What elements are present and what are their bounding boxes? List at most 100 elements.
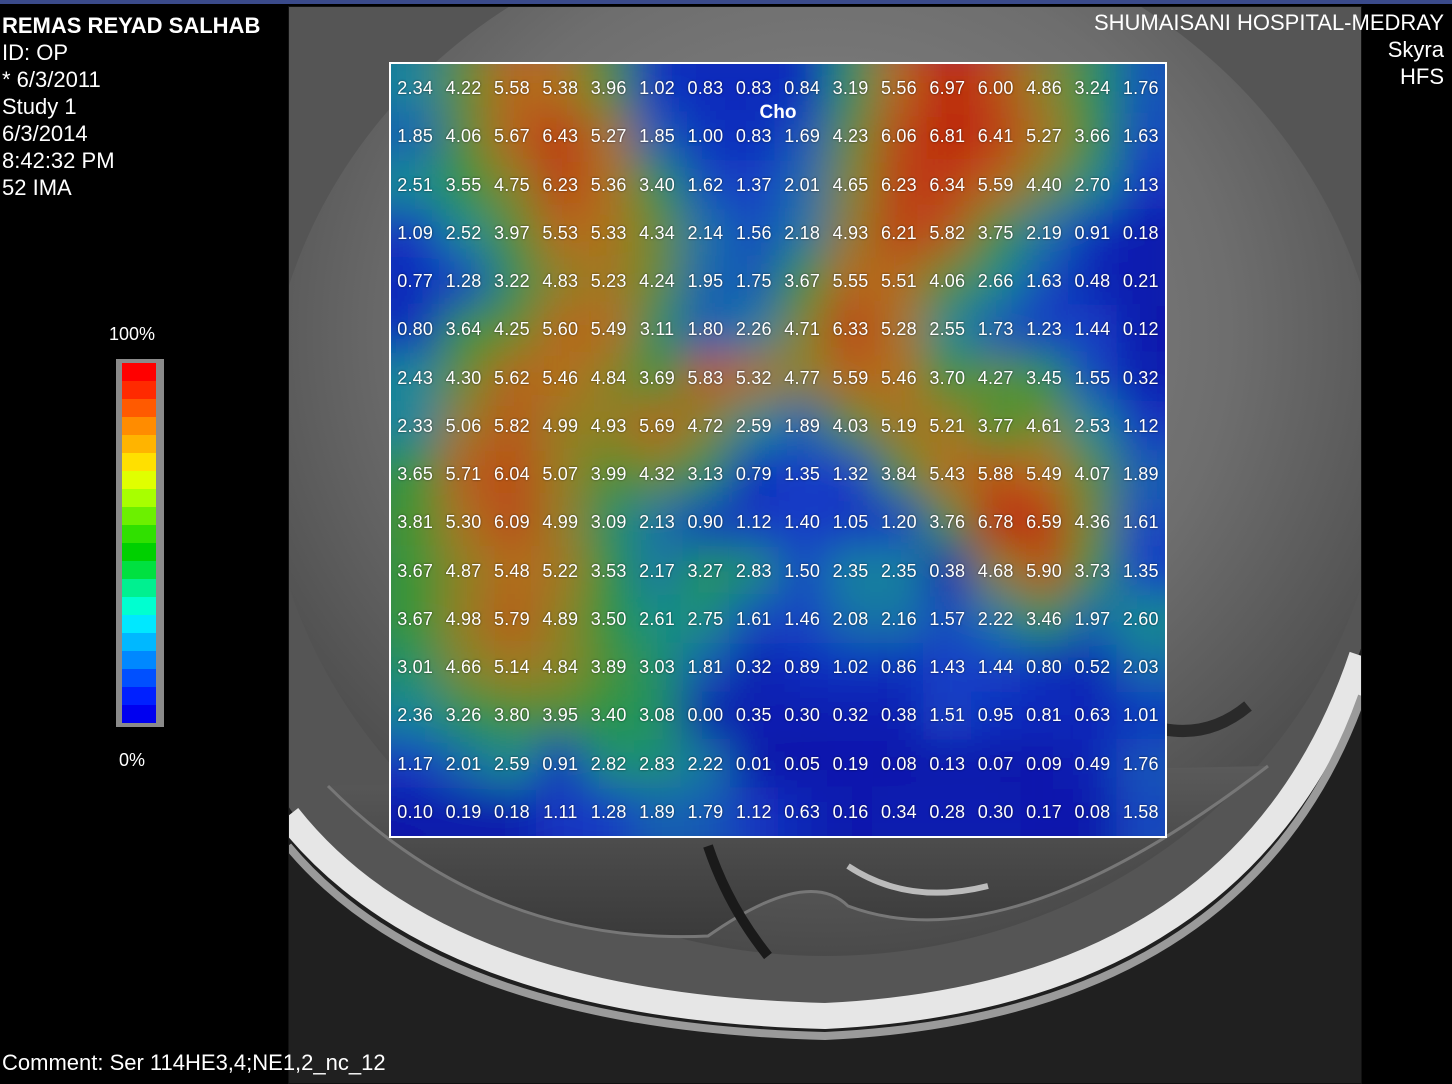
map-value: 0.63 (1074, 705, 1111, 726)
map-value: 1.73 (977, 319, 1014, 340)
map-value: 1.58 (1122, 801, 1159, 822)
map-value: 3.26 (445, 705, 482, 726)
map-value: 0.00 (687, 705, 724, 726)
map-value: 0.07 (977, 753, 1014, 774)
map-value: 3.67 (397, 560, 434, 581)
map-value: 4.71 (784, 319, 821, 340)
map-value: 1.61 (735, 608, 772, 629)
map-value: 0.30 (977, 801, 1014, 822)
map-value: 0.91 (542, 753, 579, 774)
spectroscopy-map[interactable]: 2.34 4.22 5.58 5.38 3.96 1.02 0.83 0.83 0.84 3.19… (389, 62, 1167, 838)
hospital-name: SHUMAISANI HOSPITAL-MEDRAY (1093, 10, 1444, 35)
scale-segment (122, 489, 156, 507)
map-value: 2.35 (832, 560, 869, 581)
map-value: 5.48 (494, 560, 530, 581)
map-value: 0.63 (784, 801, 821, 822)
map-value: 3.70 (929, 367, 966, 388)
map-value: 0.32 (735, 657, 772, 677)
map-value: 4.30 (445, 367, 482, 388)
map-value: 3.45 (1026, 367, 1062, 388)
map-value: 3.77 (977, 415, 1014, 436)
study-time: 8:42:32 PM (2, 148, 115, 173)
image-number: 52 IMA (2, 175, 72, 200)
map-value: 0.08 (881, 753, 917, 774)
map-value: 3.53 (590, 560, 627, 581)
scale-segment (122, 471, 156, 489)
map-value: 1.89 (639, 801, 675, 822)
map-value: 0.80 (397, 319, 434, 340)
map-value: 5.69 (639, 415, 675, 436)
map-value: 2.26 (735, 319, 772, 340)
map-value: 2.16 (881, 608, 917, 629)
map-value: 2.18 (784, 222, 821, 243)
study-date: 6/3/2014 (2, 121, 88, 146)
map-value: 0.12 (1122, 319, 1159, 340)
map-value: 1.17 (397, 753, 434, 774)
map-value: 3.97 (494, 222, 530, 243)
map-value: 5.83 (687, 367, 724, 388)
map-value: 3.67 (784, 271, 821, 291)
map-value: 5.30 (445, 512, 482, 533)
map-value: 4.99 (542, 415, 579, 436)
map-value: 2.35 (881, 560, 917, 581)
map-value: 2.60 (1122, 608, 1159, 629)
map-value: 1.46 (784, 608, 821, 629)
map-value: 5.51 (881, 271, 917, 291)
map-value: 3.11 (639, 319, 675, 340)
scanner-model: Skyra (1387, 37, 1444, 62)
birth-date: * 6/3/2011 (2, 67, 101, 92)
map-value: 5.32 (735, 367, 772, 388)
map-value: 4.32 (639, 464, 675, 484)
map-value: 0.91 (1074, 222, 1111, 243)
map-value: 1.63 (1026, 271, 1062, 291)
map-value: 2.66 (977, 271, 1014, 291)
map-value: 5.82 (494, 415, 530, 436)
map-value: 4.84 (590, 367, 627, 388)
map-value: 1.35 (784, 464, 821, 484)
scale-segment (122, 507, 156, 525)
map-value: 0.05 (784, 753, 821, 774)
map-value: 0.77 (397, 271, 434, 291)
patient-id: ID: OP (2, 40, 69, 65)
map-value: 4.25 (494, 319, 530, 340)
scale-segment (122, 597, 156, 615)
map-value: 5.22 (542, 560, 579, 581)
map-value: 4.27 (977, 367, 1014, 388)
map-value: 3.13 (687, 464, 724, 484)
map-value: 4.03 (832, 415, 869, 436)
map-value: 5.46 (542, 367, 579, 388)
map-value: 1.35 (1122, 560, 1159, 581)
map-value: 3.08 (639, 705, 675, 726)
map-value: 5.36 (590, 174, 627, 195)
map-value: 1.37 (735, 174, 772, 195)
map-value: 5.60 (542, 319, 579, 340)
map-value: 1.62 (687, 174, 724, 195)
map-value: 1.20 (881, 512, 917, 533)
map-value: 1.81 (687, 657, 724, 677)
map-value: 4.89 (542, 608, 579, 629)
map-value: 2.19 (1026, 222, 1062, 243)
map-value: 2.75 (687, 608, 724, 629)
map-value: 4.77 (784, 367, 821, 388)
map-value: 2.55 (929, 319, 966, 340)
map-value: 2.33 (397, 415, 434, 436)
map-value: 3.80 (494, 705, 530, 726)
map-value: 3.76 (929, 512, 966, 533)
map-value: 4.07 (1074, 464, 1111, 484)
map-value: 4.66 (445, 657, 482, 677)
map-value: 5.23 (590, 271, 627, 291)
map-value: 2.51 (397, 174, 434, 195)
map-value: 4.72 (687, 415, 724, 436)
map-value: 1.51 (929, 705, 966, 726)
scale-segment (122, 633, 156, 651)
map-value: 0.32 (832, 705, 869, 726)
title-bar-strip (0, 0, 1452, 4)
map-value: 0.79 (735, 464, 772, 484)
map-value: 6.23 (881, 174, 917, 195)
scale-segment (122, 705, 156, 723)
map-value: 6.33 (832, 319, 869, 340)
map-value: 0.18 (1122, 222, 1159, 243)
map-value: 4.68 (977, 560, 1014, 581)
map-value: 3.64 (445, 319, 482, 340)
metabolite-label: Cho (759, 102, 797, 123)
